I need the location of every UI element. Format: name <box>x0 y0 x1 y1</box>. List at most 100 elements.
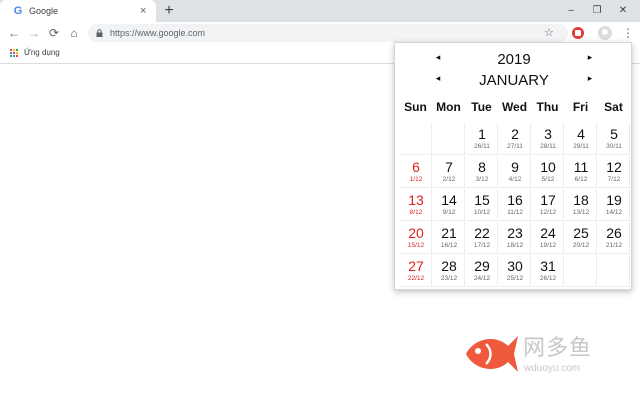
lunar-date: 13/12 <box>572 209 590 216</box>
calendar-empty-cell <box>598 255 630 287</box>
apps-bookmark-label[interactable]: Ứng dụng <box>24 47 60 59</box>
solar-day-number: 19 <box>606 192 622 208</box>
calendar-day-cell[interactable]: 25 20/12 <box>565 222 597 254</box>
calendar-day-cell[interactable]: 5 30/11 <box>598 123 630 155</box>
kebab-menu-icon[interactable]: ⋮ <box>622 24 634 42</box>
lunar-date: 7/12 <box>607 176 621 183</box>
calendar-day-cell[interactable]: 7 2/12 <box>433 156 465 188</box>
calendar-day-cell[interactable]: 19 14/12 <box>598 189 630 221</box>
calendar-day-cell[interactable]: 21 16/12 <box>433 222 465 254</box>
calendar-day-cell[interactable]: 4 29/11 <box>565 123 597 155</box>
lunar-date: 2/12 <box>442 176 456 183</box>
calendar-day-cell[interactable]: 9 4/12 <box>499 156 531 188</box>
maximize-button[interactable]: ❐ <box>586 0 608 22</box>
plus-icon[interactable]: + <box>161 0 177 22</box>
lock-icon <box>96 29 103 37</box>
solar-day-number: 15 <box>474 192 490 208</box>
lunar-date: 26/12 <box>539 275 557 282</box>
calendar-day-cell[interactable]: 22 17/12 <box>466 222 498 254</box>
weekday-header: Fri <box>572 100 589 114</box>
calendar-day-cell[interactable]: 28 23/12 <box>433 255 465 287</box>
lunar-date: 27/11 <box>507 143 523 150</box>
lunar-date: 29/11 <box>573 143 589 150</box>
calendar-empty-cell <box>565 255 597 287</box>
calendar-day-cell[interactable]: 20 15/12 <box>400 222 432 254</box>
solar-day-number: 21 <box>441 225 457 241</box>
window-close-button[interactable]: ✕ <box>612 0 634 22</box>
calendar-day-cell[interactable]: 24 19/12 <box>532 222 564 254</box>
solar-day-number: 20 <box>408 225 424 241</box>
calendar-day-cell[interactable]: 16 11/12 <box>499 189 531 221</box>
calendar-popup: ◂ 2019 ▸ ◂ JANUARY ▸ Sun Mon Tue Wed Thu… <box>394 42 632 290</box>
calendar-day-cell[interactable]: 15 10/12 <box>466 189 498 221</box>
solar-day-number: 29 <box>474 258 490 274</box>
lunar-date: 9/12 <box>442 209 456 216</box>
solar-day-number: 11 <box>573 159 589 175</box>
url-text: https://www.google.com <box>110 28 206 38</box>
lunar-date: 4/12 <box>508 176 522 183</box>
reload-icon[interactable]: ⟳ <box>45 24 63 42</box>
solar-day-number: 28 <box>441 258 457 274</box>
calendar-day-cell[interactable]: 31 26/12 <box>532 255 564 287</box>
lunar-date: 8/12 <box>409 209 423 216</box>
calendar-day-cell[interactable]: 18 13/12 <box>565 189 597 221</box>
home-icon[interactable]: ⌂ <box>65 24 83 42</box>
calendar-day-cell[interactable]: 27 22/12 <box>400 255 432 287</box>
weekday-header: Sun <box>404 100 427 114</box>
lunar-date: 21/12 <box>605 242 623 249</box>
google-favicon-icon: G <box>13 5 23 17</box>
weekday-header: Tue <box>471 100 492 114</box>
close-icon[interactable]: × <box>140 3 146 19</box>
next-month-button[interactable]: ▸ <box>585 72 595 84</box>
lunar-date: 25/12 <box>506 275 524 282</box>
star-icon[interactable]: ☆ <box>544 24 554 42</box>
calendar-day-cell[interactable]: 1 26/11 <box>466 123 498 155</box>
forward-arrow-icon[interactable]: → <box>25 24 43 42</box>
weekday-header: Thu <box>536 100 559 114</box>
minimize-button[interactable]: – <box>560 0 582 22</box>
calendar-day-cell[interactable]: 8 3/12 <box>466 156 498 188</box>
weekday-header: Wed <box>501 100 528 114</box>
calendar-day-cell[interactable]: 30 25/12 <box>499 255 531 287</box>
tab-title: Google <box>29 6 59 16</box>
calendar-day-cell[interactable]: 10 5/12 <box>532 156 564 188</box>
calendar-extension-icon[interactable] <box>572 27 584 39</box>
tab-google[interactable]: G Google × <box>0 0 156 22</box>
lunar-date: 28/11 <box>540 143 556 150</box>
solar-day-number: 9 <box>511 159 519 175</box>
calendar-day-cell[interactable]: 29 24/12 <box>466 255 498 287</box>
calendar-day-cell[interactable]: 23 18/12 <box>499 222 531 254</box>
calendar-day-cell[interactable]: 14 9/12 <box>433 189 465 221</box>
calendar-day-cell[interactable]: 3 28/11 <box>532 123 564 155</box>
calendar-day-cell[interactable]: 26 21/12 <box>598 222 630 254</box>
solar-day-number: 12 <box>606 159 622 175</box>
calendar-day-cell[interactable]: 2 27/11 <box>499 123 531 155</box>
solar-day-number: 14 <box>441 192 457 208</box>
lunar-date: 16/12 <box>440 242 458 249</box>
solar-day-number: 5 <box>610 126 618 142</box>
calendar-empty-cell <box>400 123 432 155</box>
back-arrow-icon[interactable]: ← <box>5 24 23 42</box>
lunar-date: 26/11 <box>474 143 490 150</box>
solar-day-number: 18 <box>573 192 589 208</box>
lunar-date: 18/12 <box>506 242 524 249</box>
calendar-day-cell[interactable]: 11 6/12 <box>565 156 597 188</box>
next-year-button[interactable]: ▸ <box>585 51 595 63</box>
solar-day-number: 1 <box>478 126 486 142</box>
lunar-date: 1/12 <box>409 176 423 183</box>
calendar-day-cell[interactable]: 12 7/12 <box>598 156 630 188</box>
weekday-header: Sat <box>604 100 623 114</box>
solar-day-number: 2 <box>511 126 519 142</box>
profile-avatar-icon[interactable] <box>598 26 612 40</box>
watermark-text: 网多鱼 <box>523 335 593 360</box>
address-bar[interactable]: https://www.google.com ☆ <box>88 24 568 42</box>
calendar-day-cell[interactable]: 6 1/12 <box>400 156 432 188</box>
calendar-day-cell[interactable]: 13 8/12 <box>400 189 432 221</box>
weekday-header: Mon <box>436 100 461 114</box>
solar-day-number: 7 <box>445 159 453 175</box>
calendar-day-cell[interactable]: 17 12/12 <box>532 189 564 221</box>
lunar-date: 10/12 <box>473 209 491 216</box>
lunar-date: 20/12 <box>572 242 590 249</box>
solar-day-number: 22 <box>474 225 490 241</box>
apps-grid-icon[interactable] <box>10 49 19 58</box>
